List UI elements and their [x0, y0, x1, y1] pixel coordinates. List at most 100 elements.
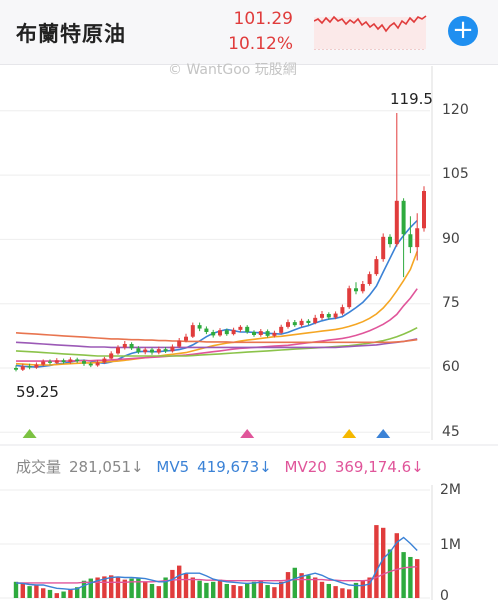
volume-bar	[285, 572, 291, 598]
candle-body	[218, 330, 222, 336]
candle-body	[177, 340, 182, 347]
volume-bar	[326, 583, 331, 598]
mv5-line	[15, 536, 418, 591]
y-tick-label: 120	[442, 102, 469, 118]
candle-body	[197, 325, 202, 329]
candle-body	[150, 349, 154, 353]
volume-bar	[88, 578, 93, 598]
candle-body	[415, 228, 420, 248]
candle-body	[286, 322, 290, 327]
candle-body	[14, 368, 18, 370]
mv5-value: 419,673↓	[197, 458, 272, 476]
candle-body	[347, 288, 352, 308]
volume-tick-label: 0	[440, 588, 449, 604]
volume-bar	[333, 586, 338, 598]
moving-average-line	[15, 338, 418, 349]
volume-bar	[54, 593, 59, 598]
candle-body	[231, 329, 236, 335]
candle-body	[326, 313, 331, 318]
volume-bar	[68, 589, 73, 598]
volume-bar	[347, 589, 352, 598]
y-tick-label: 45	[442, 424, 460, 440]
candle-body	[265, 331, 270, 336]
candle-body	[143, 349, 148, 353]
candle-body	[340, 307, 345, 314]
candle-body	[88, 363, 93, 366]
candle-body	[245, 326, 250, 332]
volume-tick-label: 1M	[440, 537, 461, 553]
candle-body	[68, 359, 73, 362]
volume-bar	[143, 581, 148, 598]
candle-body	[61, 360, 66, 362]
candle-body	[224, 330, 229, 335]
volume-bar	[13, 581, 19, 598]
candle-body	[136, 348, 141, 353]
candle-body	[381, 236, 386, 260]
mv20-value: 369,174.6↓	[334, 458, 424, 476]
volume-bar	[374, 525, 379, 598]
volume-bar	[20, 583, 25, 598]
volume-bar	[292, 567, 297, 598]
candle-body	[82, 361, 86, 364]
volume-bar	[109, 575, 114, 598]
volume-bar	[149, 583, 155, 598]
signal-marker-icon	[376, 429, 391, 438]
volume-bar	[408, 556, 413, 598]
volume-bar	[224, 583, 229, 598]
signal-marker-icon	[22, 429, 37, 438]
mv20-label: MV20	[284, 458, 327, 476]
quote-header: 布蘭特原油 101.29 10.12% +	[0, 0, 498, 65]
candle-body	[27, 366, 32, 368]
last-price: 101.29	[233, 9, 293, 29]
instrument-title: 布蘭特原油	[16, 22, 126, 46]
candle-body	[184, 336, 188, 341]
volume-bar	[177, 565, 182, 598]
candle-body	[360, 283, 365, 292]
candle-body	[75, 359, 80, 362]
signal-marker-icon	[240, 429, 255, 438]
add-to-watchlist-button[interactable]: +	[448, 16, 478, 46]
candle-body	[422, 191, 426, 229]
high-price-label: 119.5	[390, 90, 433, 108]
volume-bar	[258, 580, 263, 598]
candle-body	[95, 362, 100, 366]
volume-bar	[170, 569, 175, 598]
candle-body	[313, 317, 318, 323]
volume-bar	[190, 577, 195, 598]
candle-body	[170, 346, 175, 352]
volume-bar	[211, 581, 216, 598]
candle-body	[306, 320, 311, 323]
price-chart[interactable]	[0, 66, 498, 600]
candle-body	[320, 313, 324, 318]
mv5-label: MV5	[156, 458, 190, 476]
volume-bar	[313, 577, 318, 598]
volume-bar	[238, 586, 243, 598]
volume-bar	[415, 559, 420, 598]
y-tick-label: 60	[442, 359, 460, 375]
volume-bar	[231, 585, 236, 598]
candle-body	[156, 349, 161, 353]
plus-icon: +	[452, 15, 474, 45]
candle-body	[401, 200, 406, 235]
candle-body	[190, 325, 195, 337]
candle-body	[41, 361, 46, 365]
y-tick-label: 105	[442, 166, 469, 182]
candle-body	[408, 234, 413, 248]
volume-bar	[183, 573, 189, 598]
moving-average-line	[15, 332, 418, 344]
candle-body	[238, 326, 243, 330]
sparkline-chart	[314, 15, 427, 50]
volume-bar	[81, 580, 87, 598]
y-tick-label: 90	[442, 231, 460, 247]
signal-marker-icon	[342, 429, 357, 438]
candle-body	[374, 259, 379, 275]
candle-body	[394, 200, 399, 245]
candle-body	[109, 353, 114, 359]
candle-body	[20, 366, 25, 370]
candle-body	[367, 274, 372, 284]
volume-bar	[204, 582, 209, 598]
candle-body	[279, 326, 284, 333]
moving-average-line	[16, 288, 418, 362]
candle-body	[129, 343, 134, 349]
volume-bar	[61, 591, 66, 598]
